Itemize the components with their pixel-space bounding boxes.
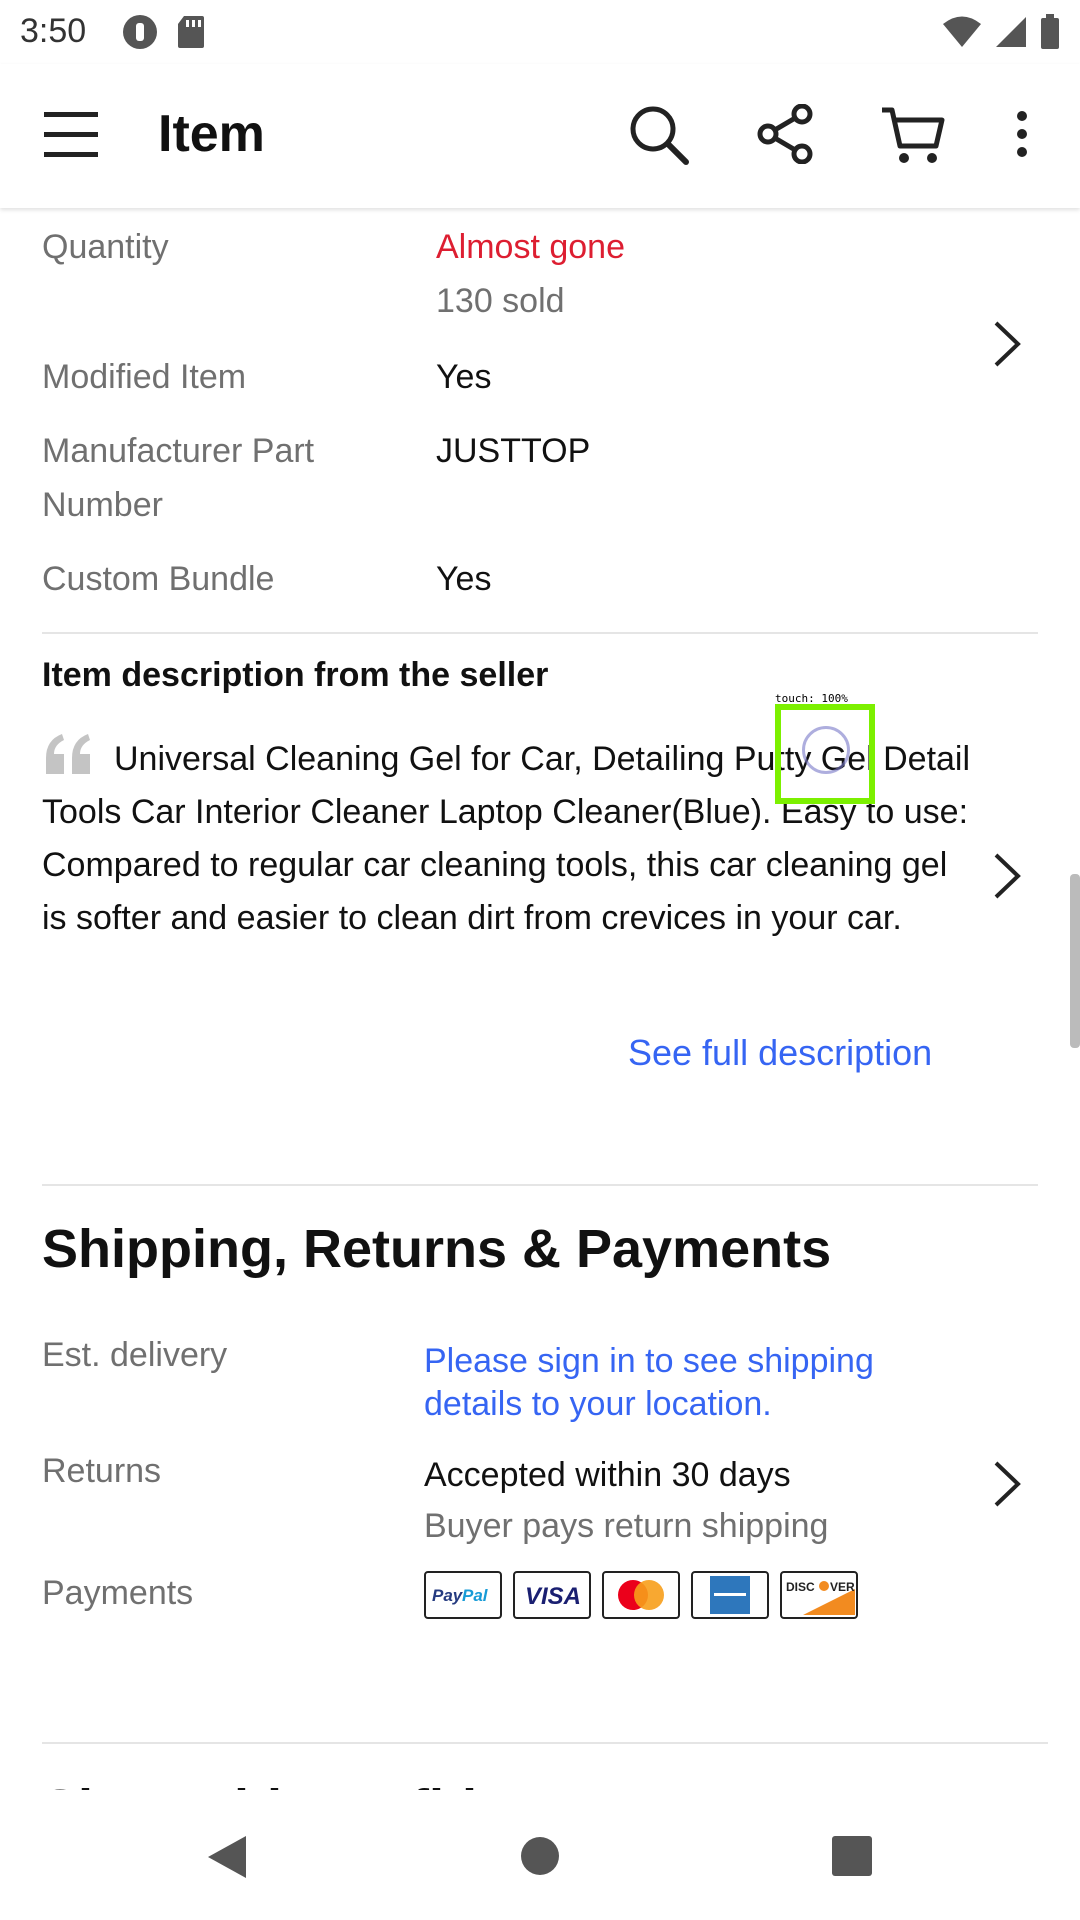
sd-card-icon xyxy=(178,16,204,48)
returns-sub: Buyer pays return shipping xyxy=(424,1507,829,1545)
spec-value-modified: Yes xyxy=(436,358,492,396)
svg-text:Pay: Pay xyxy=(432,1586,464,1605)
system-nav-bar xyxy=(0,1790,1080,1920)
cell-signal-icon xyxy=(996,17,1026,47)
payments-label: Payments xyxy=(42,1574,194,1612)
wifi-icon xyxy=(943,16,981,47)
divider xyxy=(42,1184,1038,1186)
chevron-right-icon[interactable] xyxy=(992,852,1022,900)
svg-text:Pal: Pal xyxy=(462,1586,489,1605)
chevron-right-icon[interactable] xyxy=(992,1460,1022,1508)
share-icon xyxy=(757,103,813,165)
delivery-label: Est. delivery xyxy=(42,1336,228,1374)
status-right-icons xyxy=(942,14,1060,50)
svg-text:VISA: VISA xyxy=(525,1583,581,1608)
spec-label-quantity: Quantity xyxy=(42,228,169,266)
spec-sub-quantity: 130 sold xyxy=(436,282,565,320)
more-vertical-icon xyxy=(1017,111,1027,157)
next-section-clip: Shop with confidence xyxy=(0,1745,1080,1790)
chevron-right-icon[interactable] xyxy=(992,320,1022,368)
recents-icon[interactable] xyxy=(832,1836,872,1876)
search-button[interactable] xyxy=(628,104,690,171)
spec-value-bundle: Yes xyxy=(436,560,492,598)
spec-value-quantity: Almost gone xyxy=(436,228,625,266)
back-icon[interactable] xyxy=(206,1834,248,1880)
svg-text:VER: VER xyxy=(830,1580,855,1594)
search-icon xyxy=(630,106,689,165)
divider xyxy=(42,1742,1048,1744)
mastercard-logo xyxy=(602,1571,680,1619)
app-bar: Item xyxy=(0,64,1080,208)
returns-value: Accepted within 30 days xyxy=(424,1456,791,1494)
spec-label-mpn: Manufacturer Part Number xyxy=(42,432,315,524)
visa-logo: VISA xyxy=(513,1571,591,1619)
hamburger-menu-icon xyxy=(44,112,98,157)
svg-text:DISC: DISC xyxy=(786,1580,815,1594)
returns-label: Returns xyxy=(42,1452,162,1490)
share-button[interactable] xyxy=(756,103,814,169)
amex-logo xyxy=(691,1571,769,1619)
see-full-description-link[interactable]: See full description xyxy=(628,1032,932,1074)
menu-button[interactable] xyxy=(44,110,98,163)
page-title: Item xyxy=(158,105,265,163)
home-icon[interactable] xyxy=(520,1836,560,1876)
touch-indicator-circle xyxy=(802,726,850,774)
description-heading: Item description from the seller xyxy=(42,656,549,694)
scrollbar[interactable] xyxy=(1070,874,1080,1048)
cart-button[interactable] xyxy=(880,104,946,171)
spec-label-modified: Modified Item xyxy=(42,358,247,396)
status-bar: 3:50 xyxy=(0,0,1080,64)
paypal-logo: Pay Pal xyxy=(424,1571,502,1619)
status-left-icons xyxy=(122,14,206,50)
spec-label-bundle: Custom Bundle xyxy=(42,560,275,598)
sign-in-shipping-link[interactable]: Please sign in to see shipping details t… xyxy=(424,1340,944,1426)
battery-icon xyxy=(1041,14,1059,49)
discover-logo: DISC VER xyxy=(780,1571,858,1619)
shopping-cart-icon xyxy=(882,107,945,163)
quote-icon xyxy=(46,734,90,774)
overflow-menu-button[interactable] xyxy=(1012,104,1032,169)
spec-value-mpn: JUSTTOP xyxy=(436,432,591,470)
status-time: 3:50 xyxy=(20,12,87,50)
next-section-title: Shop with confidence xyxy=(42,1778,600,1790)
app-notification-icon xyxy=(123,15,157,49)
divider xyxy=(42,632,1038,634)
shipping-section-title: Shipping, Returns & Payments xyxy=(42,1219,832,1279)
payment-methods: Pay Pal VISA DISC VER xyxy=(424,1571,858,1619)
